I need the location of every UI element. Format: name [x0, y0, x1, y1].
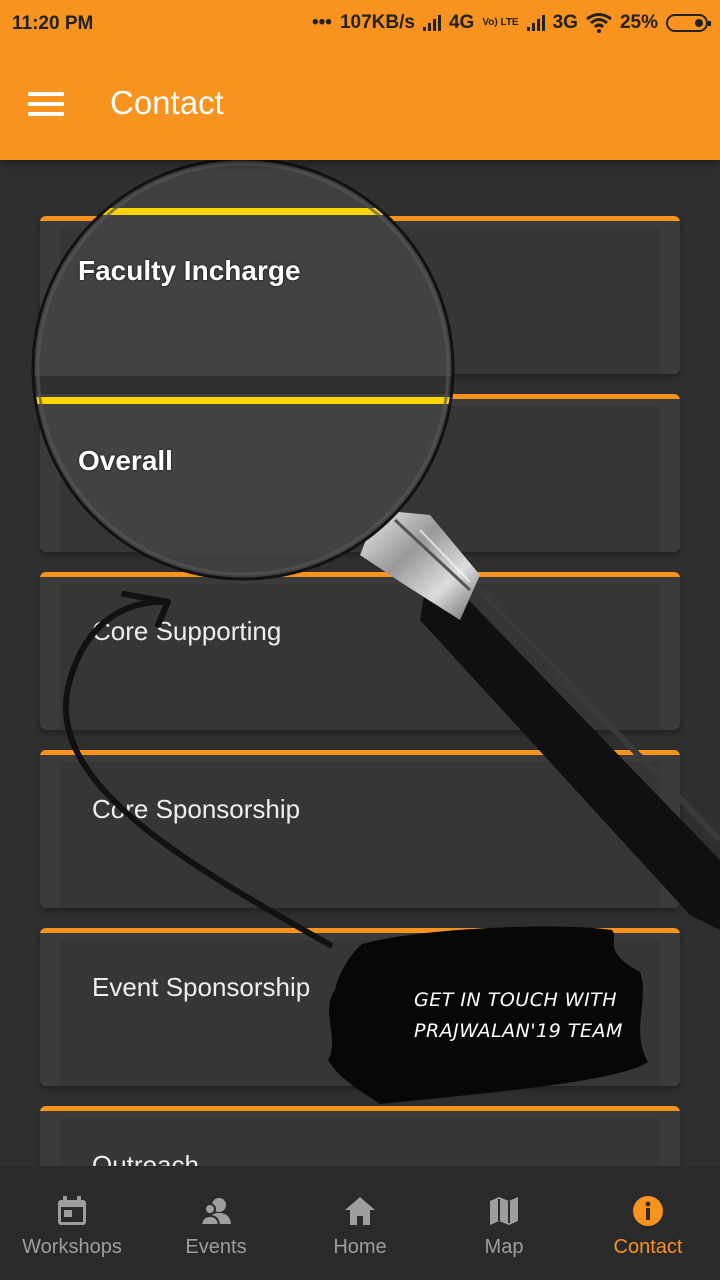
map-icon — [490, 1197, 518, 1225]
nav-events[interactable]: Events — [144, 1166, 288, 1280]
signal-icon-2 — [526, 15, 545, 31]
card-label: Event Sponsorship — [92, 972, 311, 1002]
nav-workshops[interactable]: Workshops — [0, 1166, 144, 1280]
card-label: Core Supporting — [92, 616, 282, 646]
contact-card-outreach[interactable]: Outreach — [40, 1106, 680, 1166]
battery-percent: 25% — [619, 12, 658, 33]
contact-card-core-supporting[interactable]: Core Supporting — [40, 572, 680, 730]
network-speed: 107KB/s — [339, 12, 415, 33]
wifi-icon — [586, 13, 612, 33]
nav-label: Events — [185, 1236, 247, 1258]
contact-card-core-sponsorship[interactable]: Core Sponsorship — [40, 750, 680, 908]
people-icon — [199, 1198, 231, 1226]
status-bar: 11:20 PM ••• 107KB/s 4G Vo) LTE 3G 25% — [0, 0, 720, 48]
calendar-icon — [58, 1196, 86, 1225]
promo-line-2: PRAJWALAN'19 TEAM — [414, 1020, 623, 1042]
network-type-2: 3G — [552, 12, 578, 33]
signal-icon — [422, 15, 441, 31]
nav-contact[interactable]: Contact — [576, 1166, 720, 1280]
volte-badge: Vo) LTE — [482, 17, 519, 28]
hamburger-menu-icon[interactable] — [28, 92, 64, 118]
nav-label: Map — [484, 1236, 524, 1258]
status-dots: ••• — [311, 12, 332, 33]
card-label-magnified: Overall — [78, 445, 173, 476]
card-label-magnified: Faculty Incharge — [78, 255, 301, 286]
battery-icon — [666, 14, 711, 32]
page-title: Contact — [110, 84, 224, 121]
nav-label: Home — [333, 1236, 387, 1258]
nav-map[interactable]: Map — [432, 1166, 576, 1280]
card-label: Core Sponsorship — [92, 794, 301, 824]
card-label: Outreach — [92, 1150, 199, 1166]
promo-banner: GET IN TOUCH WITH PRAJWALAN'19 TEAM — [414, 985, 623, 1047]
status-time: 11:20 PM — [12, 13, 94, 34]
app-header: 11:20 PM ••• 107KB/s 4G Vo) LTE 3G 25% C… — [0, 0, 720, 160]
network-type-1: 4G — [448, 12, 475, 33]
nav-label: Workshops — [22, 1236, 122, 1258]
nav-label: Contact — [613, 1236, 683, 1258]
contact-card-faculty-incharge[interactable] — [40, 216, 680, 374]
status-indicators: ••• 107KB/s 4G Vo) LTE 3G 25% — [311, 12, 711, 34]
promo-line-1: GET IN TOUCH WITH — [414, 989, 618, 1011]
info-icon — [633, 1196, 663, 1226]
home-icon — [345, 1197, 375, 1225]
nav-home[interactable]: Home — [288, 1166, 432, 1280]
bottom-navigation: Workshops Events Home Map Contact — [0, 1166, 720, 1280]
